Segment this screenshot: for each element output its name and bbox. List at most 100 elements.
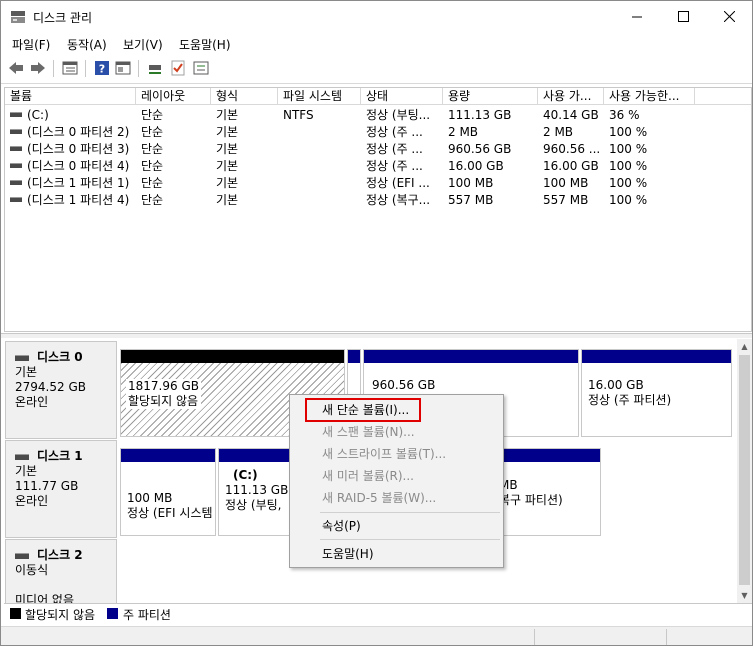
cell-free: 100 MB (543, 176, 589, 190)
menu-new-mirrored-volume[interactable]: 새 미러 볼륨(R)... (322, 466, 414, 486)
table-row[interactable]: (디스크 0 파티션 3) 단순 기본 정상 (주 ... 960.56 GB 960.5… (5, 141, 751, 158)
cell-free-pct: 100 % (609, 193, 648, 207)
cell-fs (278, 192, 361, 209)
cell-status: 정상 (부팅... (366, 108, 431, 122)
cell-capacity: 111.13 GB (448, 108, 512, 122)
menu-action[interactable]: 동작(A) (67, 36, 107, 53)
disk-0-partition-4[interactable]: 16.00 GB 정상 (주 파티션) (581, 349, 732, 437)
legend-unallocated-swatch (10, 608, 21, 619)
minimize-button[interactable] (614, 1, 660, 32)
column-type[interactable]: 형식 (211, 88, 278, 105)
legend-primary-label: 주 파티션 (123, 608, 171, 622)
highlight-box (305, 398, 421, 422)
pane-splitter[interactable] (1, 333, 752, 338)
cell-status: 정상 (복구... (366, 193, 431, 207)
disk-0-label[interactable]: 디스크 0 기본 2794.52 GB 온라인 (5, 341, 117, 439)
cell-status: 정상 (주 ... (366, 142, 423, 156)
cell-type: 기본 (216, 159, 239, 173)
cell-type: 기본 (216, 142, 239, 156)
cell-volume: (디스크 1 파티션 4) (5, 192, 136, 209)
legend-unallocated-label: 할당되지 않음 (25, 608, 96, 622)
cell-capacity: 557 MB (448, 193, 494, 207)
toolbar: ? (1, 54, 752, 84)
cell-fs (278, 124, 361, 141)
cell-volume: (디스크 1 파티션 1) (5, 175, 136, 192)
show-list-icon[interactable] (61, 59, 79, 77)
partition-status: 정상 (부팅, (225, 498, 282, 512)
cell-free: 2 MB (543, 125, 574, 139)
help-icon[interactable]: ? (93, 59, 111, 77)
disk-icon (15, 453, 29, 460)
cell-volume: (디스크 0 파티션 2) (5, 124, 136, 141)
back-icon[interactable] (7, 59, 25, 77)
scroll-up-icon[interactable]: ▲ (737, 339, 752, 354)
menu-new-striped-volume[interactable]: 새 스트라이프 볼륨(T)... (322, 444, 446, 464)
vertical-scrollbar[interactable]: ▲ ▼ (737, 339, 752, 603)
disk-2-label[interactable]: 디스크 2 이동식 미디어 없음 (5, 539, 117, 603)
column-volume[interactable]: 볼륨 (5, 88, 136, 105)
table-row[interactable]: (디스크 1 파티션 1) 단순 기본 정상 (EFI ... 100 MB 100 MB… (5, 175, 751, 192)
cell-type: 기본 (216, 125, 239, 139)
disk-0-state: 온라인 (15, 395, 49, 409)
disk-1-label[interactable]: 디스크 1 기본 111.77 GB 온라인 (5, 440, 117, 538)
partition-size: 16.00 GB (588, 378, 644, 392)
cell-layout: 단순 (141, 176, 164, 190)
cell-fs (278, 141, 361, 158)
menu-help-item[interactable]: 도움말(H) (322, 544, 374, 564)
partition-size: 960.56 GB (372, 378, 436, 392)
partition-size: 111.13 GB (225, 483, 289, 497)
scrollbar-thumb[interactable] (739, 355, 750, 585)
cell-capacity: 960.56 GB (448, 142, 512, 156)
disk-icon (15, 552, 29, 559)
disk-management-window: 디스크 관리 파일(F) 동작(A) 보기(V) 도움말(H) ? 볼륨 레이아… (0, 0, 753, 646)
table-row[interactable]: (C:) 단순 기본 NTFS 정상 (부팅... 111.13 GB 40.14 GB 36… (5, 107, 751, 124)
settings-icon[interactable] (192, 59, 210, 77)
disk-icon (15, 354, 29, 361)
close-icon (723, 11, 735, 22)
partition-status: 정상 (주 파티션) (588, 393, 672, 407)
column-free-space[interactable]: 사용 가... (538, 88, 604, 105)
cell-free-pct: 100 % (609, 159, 648, 173)
cell-type: 기본 (216, 176, 239, 190)
connect-icon[interactable] (146, 59, 164, 77)
cell-free: 557 MB (543, 193, 589, 207)
disk-1-recovery-partition[interactable]: MB 복구 파티션) (498, 448, 601, 536)
table-row[interactable]: (디스크 1 파티션 4) 단순 기본 정상 (복구... 557 MB 557 MB 10… (5, 192, 751, 209)
cell-free: 40.14 GB (543, 108, 599, 122)
check-icon[interactable] (169, 59, 187, 77)
column-layout[interactable]: 레이아웃 (136, 88, 211, 105)
maximize-button[interactable] (660, 1, 706, 32)
cell-fs: NTFS (283, 108, 314, 122)
column-capacity[interactable]: 용량 (443, 88, 538, 105)
properties-icon[interactable] (114, 59, 132, 77)
title-bar: 디스크 관리 (1, 1, 752, 32)
disk-1-size: 111.77 GB (15, 479, 79, 493)
table-row[interactable]: (디스크 0 파티션 4) 단순 기본 정상 (주 ... 16.00 GB 16.00 … (5, 158, 751, 175)
forward-icon[interactable] (29, 59, 47, 77)
column-status[interactable]: 상태 (361, 88, 443, 105)
disk-0-size: 2794.52 GB (15, 380, 86, 394)
column-file-system[interactable]: 파일 시스템 (278, 88, 361, 105)
disk-1-c-partition[interactable]: (C:) 111.13 GB 정상 (부팅, (218, 448, 298, 536)
window-title: 디스크 관리 (33, 11, 93, 25)
partition-status: 정상 (EFI 시스템 (127, 506, 213, 520)
cell-status: 정상 (주 ... (366, 125, 423, 139)
menu-properties[interactable]: 속성(P) (322, 516, 361, 536)
menu-help[interactable]: 도움말(H) (179, 36, 231, 53)
volume-name: (디스크 0 파티션 2) (27, 125, 130, 139)
menu-new-raid5-volume[interactable]: 새 RAID-5 볼륨(W)... (322, 488, 436, 508)
svg-text:?: ? (99, 63, 105, 76)
menu-file[interactable]: 파일(F) (12, 36, 50, 53)
volume-name: (디스크 0 파티션 4) (27, 159, 130, 173)
volume-name: (디스크 1 파티션 1) (27, 176, 130, 190)
legend: 할당되지 않음 주 파티션 (4, 603, 752, 622)
column-percent-free[interactable]: 사용 가능한... (604, 88, 695, 105)
disk-1-efi-partition[interactable]: 100 MB 정상 (EFI 시스템 (120, 448, 216, 536)
cell-layout: 단순 (141, 193, 164, 207)
menu-view[interactable]: 보기(V) (123, 36, 163, 53)
close-button[interactable] (706, 1, 752, 32)
table-row[interactable]: (디스크 0 파티션 2) 단순 기본 정상 (주 ... 2 MB 2 MB 100 % (5, 124, 751, 141)
menu-new-spanned-volume[interactable]: 새 스팬 볼륨(N)... (322, 422, 415, 442)
scroll-down-icon[interactable]: ▼ (737, 588, 752, 603)
cell-volume: (디스크 0 파티션 4) (5, 158, 136, 175)
